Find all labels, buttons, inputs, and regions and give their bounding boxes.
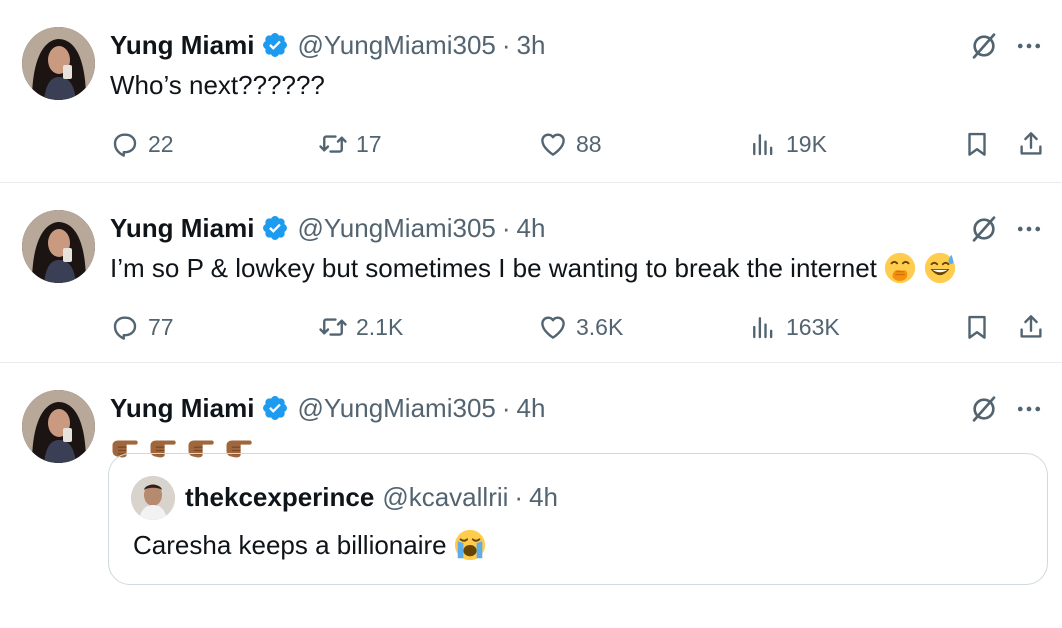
quoted-user-handle[interactable]: @kcavallrii xyxy=(382,482,508,513)
tweet-text: I’m so P & lowkey but sometimes I be wan… xyxy=(110,253,877,283)
timeline-feed: Yung Miami @YungMiami305 · 3h Who’s next… xyxy=(0,0,1062,628)
reply-count: 22 xyxy=(148,130,174,157)
tweet-header: Yung Miami @YungMiami305 · 4h xyxy=(110,391,545,425)
grok-icon[interactable] xyxy=(968,30,1000,62)
reply-icon xyxy=(110,129,140,159)
views-count: 19K xyxy=(786,130,827,157)
tweet-actions: 77 2.1K 3.6K 163K xyxy=(110,309,1050,345)
grinning-face-with-sweat-icon xyxy=(923,251,957,285)
separator-dot: · xyxy=(501,29,511,60)
share-button[interactable] xyxy=(1016,126,1046,162)
display-name[interactable]: Yung Miami xyxy=(110,30,254,61)
quoted-timestamp[interactable]: 4h xyxy=(529,482,558,513)
retweet-icon xyxy=(318,129,348,159)
like-button[interactable]: 88 xyxy=(538,126,602,162)
verified-badge-icon xyxy=(261,394,289,422)
timestamp[interactable]: 4h xyxy=(517,393,546,424)
tweet-header: Yung Miami @YungMiami305 · 3h xyxy=(110,28,545,62)
timestamp[interactable]: 4h xyxy=(517,213,546,244)
quoted-header: thekcexperince @kcavallrii · 4h xyxy=(185,480,558,514)
retweet-count: 2.1K xyxy=(356,313,404,340)
tweet[interactable]: Yung Miami @YungMiami305 · 4h I’m so P &… xyxy=(0,183,1062,363)
views-button[interactable]: 163K xyxy=(748,309,840,345)
share-icon xyxy=(1016,312,1046,342)
tweet-top-actions xyxy=(968,393,1044,425)
quoted-text: Caresha keeps a billionaire xyxy=(133,530,447,560)
quoted-body: Caresha keeps a billionaire xyxy=(133,528,487,562)
bookmark-button[interactable] xyxy=(962,309,992,345)
user-handle[interactable]: @YungMiami305 xyxy=(297,393,495,424)
quoted-tweet[interactable]: thekcexperince @kcavallrii · 4h Caresha … xyxy=(108,453,1048,585)
retweet-button[interactable]: 2.1K xyxy=(318,309,403,345)
bookmark-icon xyxy=(962,129,992,159)
avatar[interactable] xyxy=(22,27,95,100)
more-icon[interactable] xyxy=(1014,214,1044,244)
views-count: 163K xyxy=(786,313,840,340)
views-button[interactable]: 19K xyxy=(748,126,827,162)
grok-icon[interactable] xyxy=(968,393,1000,425)
tweet-top-actions xyxy=(968,30,1044,62)
tweet-body: I’m so P & lowkey but sometimes I be wan… xyxy=(110,251,957,285)
verified-badge-icon xyxy=(261,31,289,59)
tweet-actions: 22 17 88 19K xyxy=(110,126,1050,162)
tweet[interactable]: Yung Miami @YungMiami305 · 4h thekcexper… xyxy=(0,363,1062,628)
like-button[interactable]: 3.6K xyxy=(538,309,623,345)
more-icon[interactable] xyxy=(1014,31,1044,61)
separator-dot: · xyxy=(501,392,511,423)
retweet-button[interactable]: 17 xyxy=(318,126,382,162)
reply-button[interactable]: 77 xyxy=(110,309,174,345)
tweet[interactable]: Yung Miami @YungMiami305 · 3h Who’s next… xyxy=(0,0,1062,183)
face-with-hand-over-mouth-icon xyxy=(883,251,917,285)
views-icon xyxy=(748,312,778,342)
share-button[interactable] xyxy=(1016,309,1046,345)
grok-icon[interactable] xyxy=(968,213,1000,245)
share-icon xyxy=(1016,129,1046,159)
like-count: 88 xyxy=(576,130,602,157)
tweet-header: Yung Miami @YungMiami305 · 4h xyxy=(110,211,545,245)
bookmark-icon xyxy=(962,312,992,342)
loudly-crying-face-icon xyxy=(453,528,487,562)
display-name[interactable]: Yung Miami xyxy=(110,393,254,424)
user-handle[interactable]: @YungMiami305 xyxy=(297,213,495,244)
reply-button[interactable]: 22 xyxy=(110,126,174,162)
quoted-avatar[interactable] xyxy=(131,476,175,520)
bookmark-button[interactable] xyxy=(962,126,992,162)
like-icon xyxy=(538,129,568,159)
verified-badge-icon xyxy=(261,214,289,242)
tweet-top-actions xyxy=(968,213,1044,245)
like-count: 3.6K xyxy=(576,313,624,340)
retweet-icon xyxy=(318,312,348,342)
display-name[interactable]: Yung Miami xyxy=(110,213,254,244)
separator-dot: · xyxy=(514,481,524,512)
reply-count: 77 xyxy=(148,313,174,340)
like-icon xyxy=(538,312,568,342)
views-icon xyxy=(748,129,778,159)
timestamp[interactable]: 3h xyxy=(517,30,546,61)
separator-dot: · xyxy=(501,212,511,243)
avatar[interactable] xyxy=(22,390,95,463)
more-icon[interactable] xyxy=(1014,394,1044,424)
quoted-display-name[interactable]: thekcexperince xyxy=(185,482,374,513)
reply-icon xyxy=(110,312,140,342)
user-handle[interactable]: @YungMiami305 xyxy=(297,30,495,61)
retweet-count: 17 xyxy=(356,130,382,157)
avatar[interactable] xyxy=(22,210,95,283)
tweet-text: Who’s next?????? xyxy=(110,70,325,100)
